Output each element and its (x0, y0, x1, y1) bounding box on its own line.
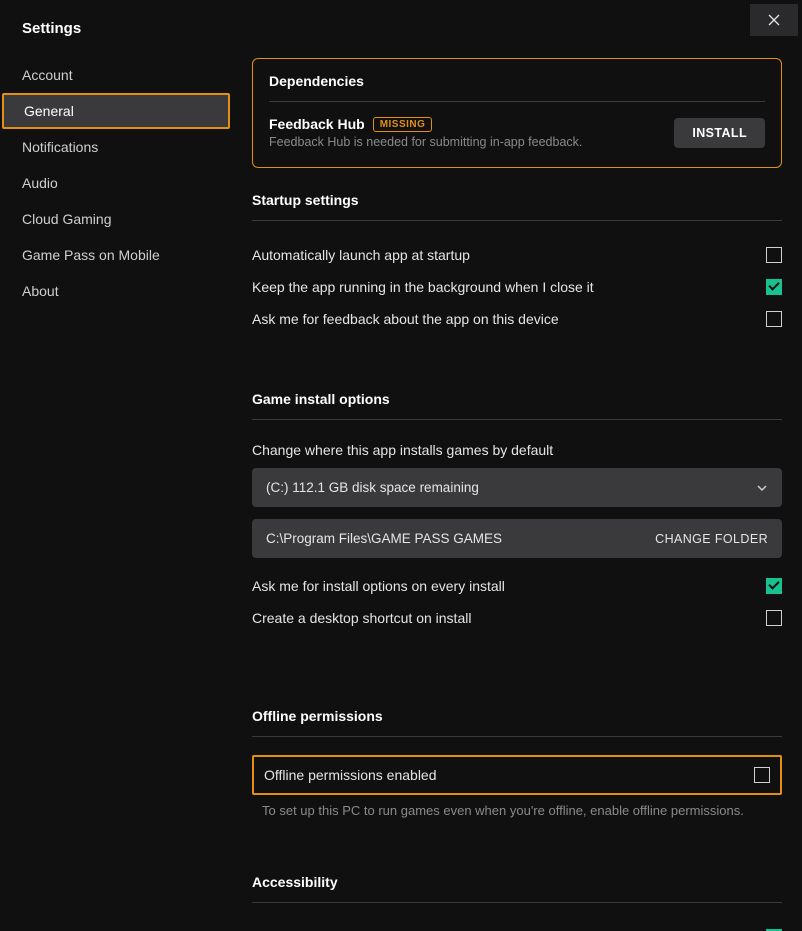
change-folder-button[interactable]: CHANGE FOLDER (655, 532, 768, 546)
dependency-row: Feedback Hub MISSING Feedback Hub is nee… (269, 116, 765, 149)
keep-running-checkbox[interactable] (766, 279, 782, 295)
ask-feedback-row: Ask me for feedback about the app on thi… (252, 303, 782, 335)
ask-install-options-checkbox[interactable] (766, 578, 782, 594)
divider (252, 419, 782, 420)
sidebar-item-game-pass-mobile[interactable]: Game Pass on Mobile (0, 237, 232, 273)
keep-running-label: Keep the app running in the background w… (252, 279, 594, 295)
show-themes-row: Show themes on profiles (252, 921, 782, 931)
sidebar: Settings Account General Notifications A… (0, 0, 232, 931)
offline-title: Offline permissions (252, 708, 782, 736)
dependency-name-line: Feedback Hub MISSING (269, 116, 582, 132)
divider (252, 736, 782, 737)
close-icon (768, 14, 780, 26)
divider (252, 220, 782, 221)
dependency-desc: Feedback Hub is needed for submitting in… (269, 135, 582, 149)
folder-row: C:\Program Files\GAME PASS GAMES CHANGE … (252, 519, 782, 558)
auto-launch-checkbox[interactable] (766, 247, 782, 263)
sidebar-item-cloud-gaming[interactable]: Cloud Gaming (0, 201, 232, 237)
sidebar-item-account[interactable]: Account (0, 57, 232, 93)
dependency-info: Feedback Hub MISSING Feedback Hub is nee… (269, 116, 582, 149)
divider (252, 902, 782, 903)
keep-running-row: Keep the app running in the background w… (252, 271, 782, 303)
desktop-shortcut-row: Create a desktop shortcut on install (252, 602, 782, 634)
ask-feedback-checkbox[interactable] (766, 311, 782, 327)
offline-permissions-checkbox[interactable] (754, 767, 770, 783)
chevron-down-icon (756, 482, 768, 494)
dependencies-panel: Dependencies Feedback Hub MISSING Feedba… (252, 58, 782, 168)
drive-dropdown[interactable]: (C:) 112.1 GB disk space remaining (252, 468, 782, 507)
dependencies-title: Dependencies (269, 59, 765, 101)
missing-badge: MISSING (373, 117, 433, 132)
auto-launch-row: Automatically launch app at startup (252, 239, 782, 271)
startup-section: Startup settings Automatically launch ap… (252, 192, 782, 335)
auto-launch-label: Automatically launch app at startup (252, 247, 470, 263)
close-button[interactable] (750, 4, 798, 36)
startup-title: Startup settings (252, 192, 782, 220)
sidebar-item-notifications[interactable]: Notifications (0, 129, 232, 165)
sidebar-item-about[interactable]: About (0, 273, 232, 309)
divider (269, 101, 765, 102)
page-title: Settings (0, 14, 232, 57)
desktop-shortcut-checkbox[interactable] (766, 610, 782, 626)
offline-hint: To set up this PC to run games even when… (252, 803, 782, 818)
offline-permissions-row: Offline permissions enabled (252, 755, 782, 795)
main-content: Dependencies Feedback Hub MISSING Feedba… (232, 0, 802, 931)
accessibility-section: Accessibility Show themes on profiles (252, 874, 782, 931)
ask-feedback-label: Ask me for feedback about the app on thi… (252, 311, 559, 327)
folder-path: C:\Program Files\GAME PASS GAMES (266, 531, 502, 546)
desktop-shortcut-label: Create a desktop shortcut on install (252, 610, 471, 626)
install-title: Game install options (252, 391, 782, 419)
offline-permissions-label: Offline permissions enabled (264, 767, 437, 783)
settings-window: Settings Account General Notifications A… (0, 0, 802, 931)
ask-install-options-row: Ask me for install options on every inst… (252, 570, 782, 602)
offline-section: Offline permissions Offline permissions … (252, 708, 782, 818)
drive-option-label: (C:) 112.1 GB disk space remaining (266, 480, 479, 495)
sidebar-item-general[interactable]: General (2, 93, 230, 129)
ask-install-options-label: Ask me for install options on every inst… (252, 578, 505, 594)
dependency-name: Feedback Hub (269, 116, 365, 132)
install-section: Game install options Change where this a… (252, 391, 782, 634)
install-button[interactable]: INSTALL (674, 118, 765, 148)
sidebar-item-audio[interactable]: Audio (0, 165, 232, 201)
change-location-label: Change where this app installs games by … (252, 438, 782, 468)
accessibility-title: Accessibility (252, 874, 782, 902)
